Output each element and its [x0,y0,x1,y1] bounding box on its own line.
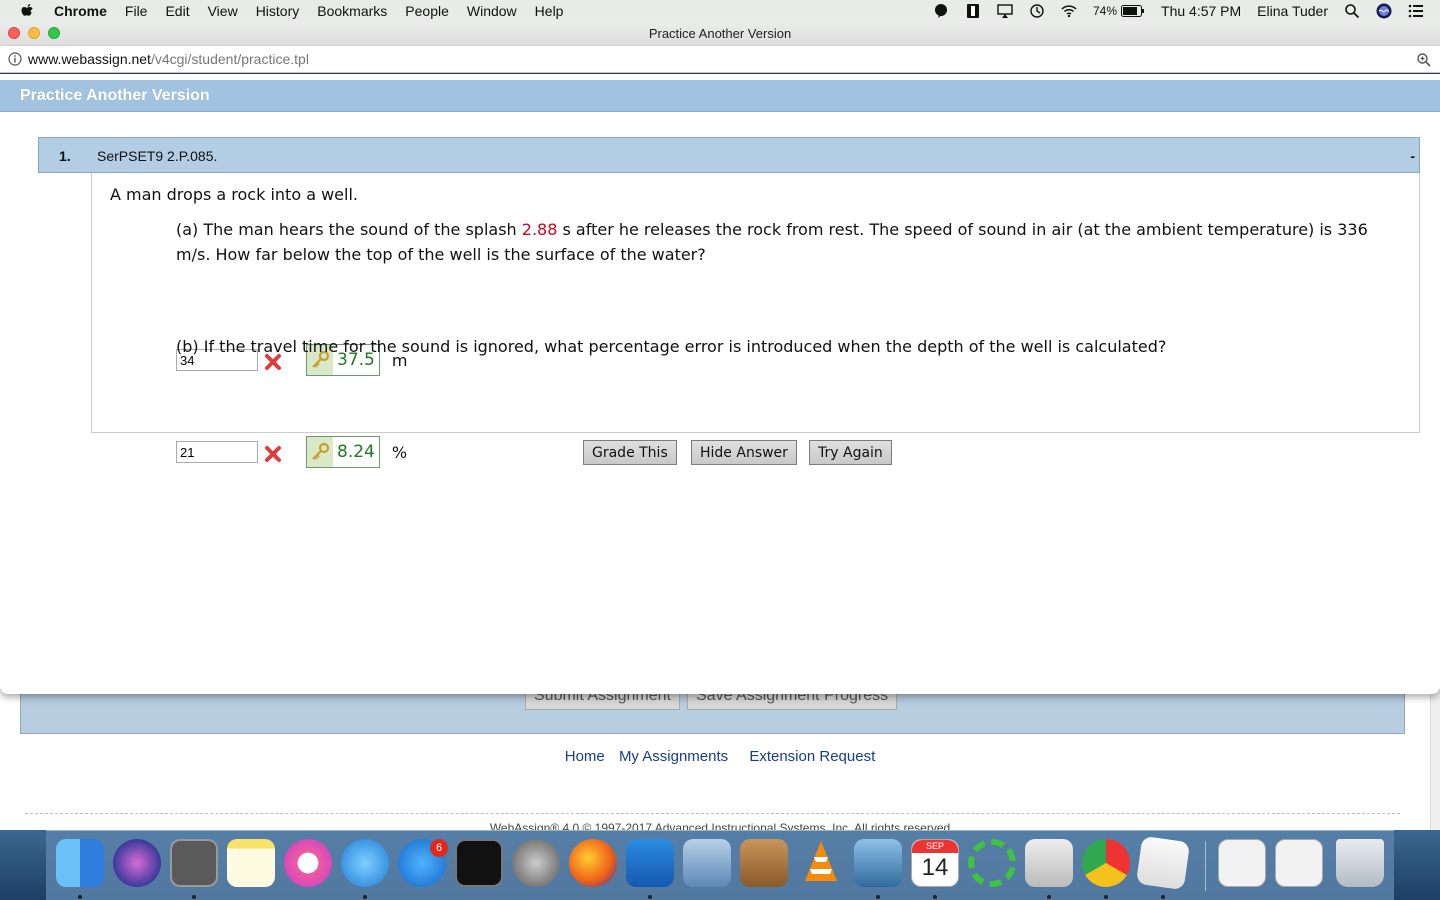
question-header[interactable]: 1. SerPSET9 2.P.085. - [38,137,1420,173]
question-intro: A man drops a rock into a well. [110,185,358,204]
running-indicator [1047,895,1051,899]
action-buttons: Grade This Hide Answer Try Again [0,440,1440,466]
page-viewport: Submit Assignment Save Assignment Progre… [0,74,1440,830]
hide-answer-button[interactable]: Hide Answer [691,440,797,465]
menu-file[interactable]: File [125,3,148,19]
part-a-text: (a) The man hears the sound of the splas… [176,217,1386,267]
page-scrollbar[interactable] [1430,674,1440,830]
question-id: SerPSET9 2.P.085. [97,148,218,164]
menu-window[interactable]: Window [467,3,517,19]
battery-status[interactable]: 74% [1093,4,1145,18]
menu-people[interactable]: People [405,3,449,19]
zoom-icon[interactable] [1416,52,1432,68]
url-host: www.webassign.net [28,51,151,67]
menu-help[interactable]: Help [535,3,564,19]
battery-percent: 74% [1092,4,1118,18]
window-title: Practice Another Version [648,26,792,41]
part-a-value: 2.88 [521,220,558,239]
footer-divider [25,813,1400,814]
status-menus: 74% Thu 4:57 PM Elina Tuder [933,0,1440,22]
wifi-icon[interactable] [1061,3,1077,19]
running-indicator [192,895,196,899]
calendar-month: SEP [912,840,958,853]
window-title-bar: Practice Another Version [0,22,1440,46]
url-path: /v4cgi/student/practice.tpl [150,51,309,67]
firefox-icon[interactable] [569,839,617,887]
word-document-thumbnail-icon[interactable] [1275,839,1323,887]
textedit-icon[interactable] [1135,835,1191,891]
chrome-icon[interactable] [1082,839,1130,887]
app-developer-icon[interactable] [1025,839,1073,887]
macos-menu-bar: Chrome File Edit View History Bookmarks … [0,0,1440,22]
running-indicator [1161,895,1165,899]
calendar-day: 14 [921,854,949,881]
menu-view[interactable]: View [208,3,238,19]
image-capture-icon[interactable] [854,839,902,887]
modal-title: Practice Another Version [0,80,1440,112]
question-number: 1. [59,148,71,164]
footer-links: Home My Assignments Extension Request [0,748,1440,765]
part-a-text-start: (a) The man hears the sound of the splas… [176,220,522,239]
finder-icon[interactable] [56,839,104,887]
activity-monitor-icon[interactable] [455,839,503,887]
running-indicator [363,895,367,899]
address-bar[interactable]: www.webassign.net/v4cgi/student/practice… [0,46,1440,73]
airplay-icon[interactable] [997,3,1013,19]
word-icon[interactable] [626,839,674,887]
question-body: A man drops a rock into a well. (a) The … [91,173,1420,468]
menu-app-chrome[interactable]: Chrome [54,3,107,19]
time-machine-icon[interactable] [1029,3,1045,19]
part-b-text: (b) If the travel time for the sound is … [176,337,1167,356]
copyright-text: WebAssign® 4.0 © 1997-2017 Advanced Inst… [489,821,951,830]
collapse-toggle[interactable]: - [1410,148,1415,164]
dock: 6 SEP 14 [46,830,1394,900]
dock-separator [1205,841,1206,891]
my-assignments-link[interactable]: My Assignments [619,748,728,765]
mail-icon[interactable] [683,839,731,887]
vlc-icon[interactable] [797,839,845,887]
siri-icon[interactable] [113,839,161,887]
practice-modal: Practice Another Version 1. SerPSET9 2.P… [0,74,1440,694]
try-again-button[interactable]: Try Again [809,440,892,465]
trash-icon[interactable] [1336,839,1384,887]
running-indicator [648,895,652,899]
calculator-icon[interactable] [170,839,218,887]
input-menu-icon[interactable] [965,3,981,19]
running-indicator [1104,895,1108,899]
apple-logo-icon[interactable] [20,3,36,19]
notes-icon[interactable] [227,839,275,887]
notification-center-icon[interactable] [1408,3,1424,19]
contacts-icon[interactable] [740,839,788,887]
menu-bookmarks[interactable]: Bookmarks [317,3,387,19]
site-info-icon[interactable] [8,52,22,66]
running-indicator [876,895,880,899]
menu-edit[interactable]: Edit [165,3,189,19]
clock[interactable]: Thu 4:57 PM [1161,3,1241,19]
system-preferences-icon[interactable] [512,839,560,887]
spotlight-search-icon[interactable] [1344,3,1360,19]
extension-request-link[interactable]: Extension Request [749,748,875,765]
home-link[interactable]: Home [565,748,605,765]
sync-app-icon[interactable] [968,839,1016,887]
calendar-icon[interactable]: SEP 14 [911,839,959,887]
battery-icon [1121,5,1145,17]
messages-icon[interactable] [341,839,389,887]
running-indicator [933,895,937,899]
siri-icon[interactable] [1376,3,1392,19]
itunes-icon[interactable] [284,839,332,887]
grade-this-button[interactable]: Grade This [583,440,677,465]
running-indicator [78,895,82,899]
document-thumbnail-icon[interactable] [1218,839,1266,887]
menu-history[interactable]: History [256,3,300,19]
app-store-badge: 6 [430,839,448,857]
user-name[interactable]: Elina Tuder [1257,3,1328,19]
notification-icon[interactable] [933,3,949,19]
